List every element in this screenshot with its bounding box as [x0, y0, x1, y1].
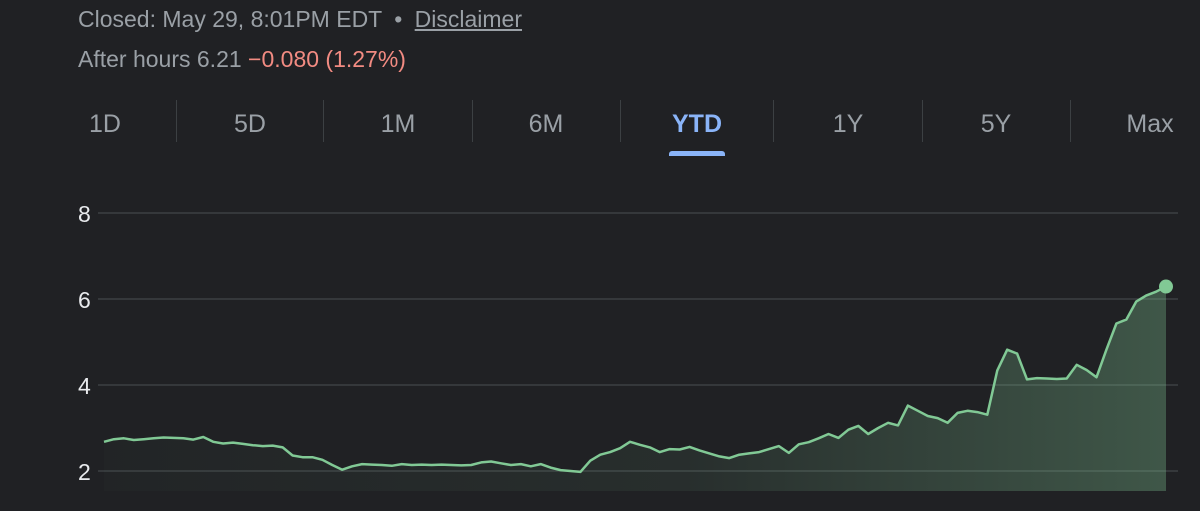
y-tick-label: 6 [78, 287, 91, 313]
last-price-marker [1159, 279, 1173, 294]
y-tick-label: 8 [78, 201, 91, 227]
y-tick-label: 4 [78, 373, 91, 399]
price-chart[interactable]: 8 6 4 2 [0, 0, 1200, 511]
stock-chart-panel: Closed: May 29, 8:01PM EDT • Disclaimer … [0, 0, 1200, 511]
y-tick-label: 2 [78, 459, 91, 485]
price-area-fill [104, 286, 1166, 491]
